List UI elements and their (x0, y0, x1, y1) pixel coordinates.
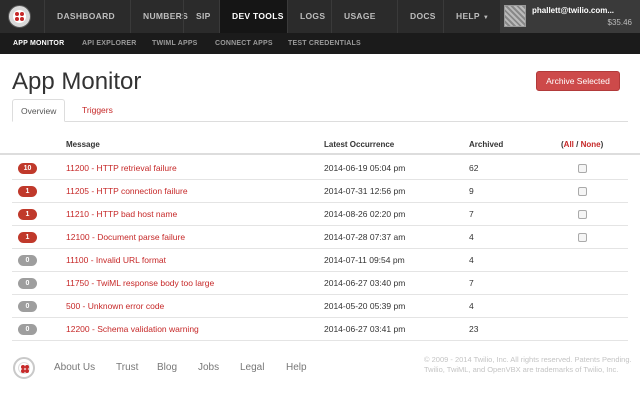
chevron-down-icon: ▼ (482, 15, 490, 21)
error-message-link[interactable]: 12200 - Schema validation warning (66, 324, 199, 334)
footer-link-legal[interactable]: Legal (240, 362, 264, 373)
nav-help-label: HELP (456, 11, 480, 21)
subnav-connect-apps[interactable]: CONNECT APPS (215, 33, 273, 54)
page-title: App Monitor (12, 68, 142, 95)
nav-usage[interactable]: USAGE (331, 0, 397, 33)
archived-count: 4 (469, 301, 474, 311)
subnav-twiml-apps[interactable]: TWIML APPS (152, 33, 198, 54)
archived-count: 62 (469, 163, 479, 173)
count-badge: 0 (18, 255, 37, 266)
count-badge: 0 (18, 278, 37, 289)
select-all-link[interactable]: All (564, 140, 574, 149)
archived-count: 4 (469, 232, 474, 242)
account-email: phallett@twilio.com... (532, 6, 615, 15)
latest-occurrence: 2014-07-11 09:54 pm (324, 255, 405, 265)
archived-count: 23 (469, 324, 479, 334)
table-header: Message Latest Occurrence Archived (All … (0, 135, 640, 155)
footer-link-trust[interactable]: Trust (116, 362, 138, 373)
table-row: 1 11210 - HTTP bad host name 2014-08-26 … (12, 203, 628, 226)
tab-triggers[interactable]: Triggers (74, 99, 121, 122)
count-badge: 1 (18, 186, 37, 197)
tab-bar: Overview Triggers (12, 99, 628, 122)
table-row: 0 12200 - Schema validation warning 2014… (12, 318, 628, 341)
archive-selected-button[interactable]: Archive Selected (536, 71, 620, 91)
account-balance: $35.46 (607, 18, 632, 27)
select-none-link[interactable]: None (581, 140, 601, 149)
count-badge: 1 (18, 232, 37, 243)
error-message-link[interactable]: 11200 - HTTP retrieval failure (66, 163, 177, 173)
subnav-test-credentials[interactable]: TEST CREDENTIALS (288, 33, 361, 54)
top-nav: DASHBOARD NUMBERS SIP DEV TOOLS LOGS USA… (0, 0, 640, 33)
table-row: 0 500 - Unknown error code 2014-05-20 05… (12, 295, 628, 318)
nav-docs[interactable]: DOCS (397, 0, 443, 33)
latest-occurrence: 2014-08-26 02:20 pm (324, 209, 406, 219)
latest-occurrence: 2014-06-27 03:40 pm (324, 278, 406, 288)
row-checkbox[interactable] (578, 210, 587, 219)
table-row: 0 11750 - TwiML response body too large … (12, 272, 628, 295)
archived-count: 4 (469, 255, 474, 265)
table-row: 0 11100 - Invalid URL format 2014-07-11 … (12, 249, 628, 272)
archived-count: 7 (469, 278, 474, 288)
table-row: 10 11200 - HTTP retrieval failure 2014-0… (12, 157, 628, 180)
account-menu[interactable]: phallett@twilio.com... $35.46 (500, 0, 640, 33)
row-checkbox[interactable] (578, 233, 587, 242)
nav-dashboard[interactable]: DASHBOARD (44, 0, 130, 33)
row-checkbox[interactable] (578, 187, 587, 196)
header-select: (All / None) (561, 140, 604, 149)
tab-overview[interactable]: Overview (12, 99, 66, 122)
error-message-link[interactable]: 11210 - HTTP bad host name (66, 209, 177, 219)
header-archived: Archived (469, 140, 504, 149)
latest-occurrence: 2014-07-31 12:56 pm (324, 186, 406, 196)
latest-occurrence: 2014-06-19 05:04 pm (324, 163, 406, 173)
footer-link-help[interactable]: Help (286, 362, 307, 373)
header-latest-occurrence: Latest Occurrence (324, 140, 395, 149)
error-message-link[interactable]: 11100 - Invalid URL format (66, 255, 166, 265)
count-badge: 0 (18, 301, 37, 312)
footer-link-blog[interactable]: Blog (157, 362, 177, 373)
row-checkbox[interactable] (578, 164, 587, 173)
sub-nav: APP MONITOR API EXPLORER TWIML APPS CONN… (0, 33, 640, 54)
error-message-link[interactable]: 500 - Unknown error code (66, 301, 164, 311)
twilio-logo-icon[interactable] (13, 357, 35, 379)
nav-logs[interactable]: LOGS (287, 0, 331, 33)
avatar (504, 5, 526, 27)
header-message: Message (66, 140, 100, 149)
count-badge: 0 (18, 324, 37, 335)
latest-occurrence: 2014-07-28 07:37 am (324, 232, 406, 242)
archived-count: 7 (469, 209, 474, 219)
footer-link-jobs[interactable]: Jobs (198, 362, 219, 373)
nav-sip[interactable]: SIP (183, 0, 219, 33)
twilio-logo-icon[interactable] (8, 5, 31, 28)
archived-count: 9 (469, 186, 474, 196)
subnav-app-monitor[interactable]: APP MONITOR (13, 33, 64, 54)
error-message-link[interactable]: 11750 - TwiML response body too large (66, 278, 214, 288)
table-row: 1 11205 - HTTP connection failure 2014-0… (12, 180, 628, 203)
nav-help[interactable]: HELP ▼ (443, 0, 500, 33)
footer-copyright: © 2009 - 2014 Twilio, Inc. All rights re… (424, 355, 632, 374)
error-message-link[interactable]: 11205 - HTTP connection failure (66, 186, 188, 196)
count-badge: 1 (18, 209, 37, 220)
table-row: 1 12100 - Document parse failure 2014-07… (12, 226, 628, 249)
latest-occurrence: 2014-05-20 05:39 pm (324, 301, 406, 311)
latest-occurrence: 2014-06-27 03:41 pm (324, 324, 406, 334)
error-message-link[interactable]: 12100 - Document parse failure (66, 232, 185, 242)
nav-dev-tools[interactable]: DEV TOOLS (219, 0, 287, 33)
subnav-api-explorer[interactable]: API EXPLORER (82, 33, 137, 54)
count-badge: 10 (18, 163, 37, 174)
footer-link-about-us[interactable]: About Us (54, 362, 95, 373)
